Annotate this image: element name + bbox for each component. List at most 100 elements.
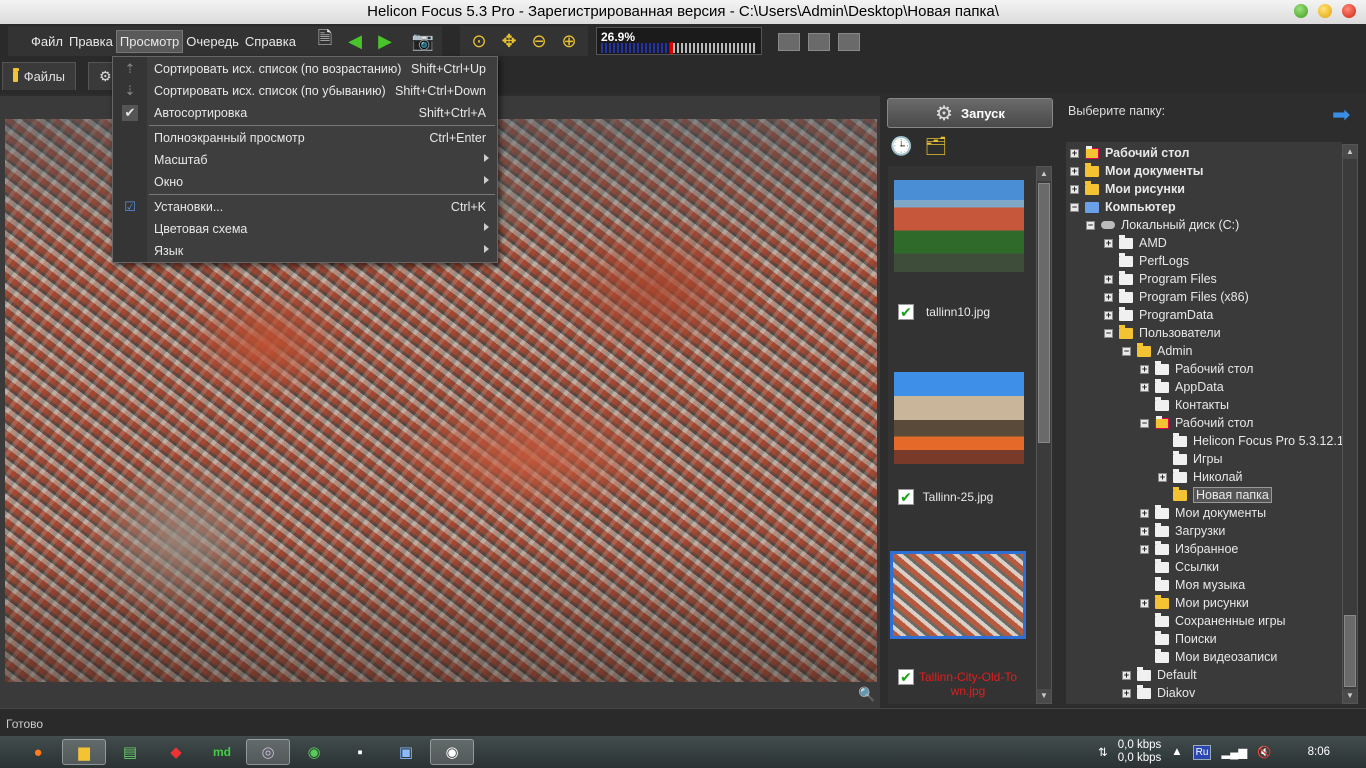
tree-item[interactable]: Ссылки (1155, 558, 1219, 576)
tree-item[interactable]: + AppData (1140, 378, 1224, 396)
tree-item[interactable]: + Загрузки (1140, 522, 1225, 540)
thumbnail[interactable] (892, 370, 1026, 466)
tree-item[interactable]: + Рабочий стол (1070, 144, 1189, 162)
menu-help[interactable]: Справка (242, 31, 299, 52)
tree-item[interactable]: + ProgramData (1104, 306, 1213, 324)
menu-item-autosort[interactable]: ✔ Автосортировка Shift+Ctrl+A (113, 102, 497, 124)
folder-scrollbar[interactable]: ▲ ▼ (1342, 144, 1358, 704)
tree-item[interactable]: + Diakov (1122, 684, 1195, 702)
menu-item-preferences[interactable]: ☑ Установки... Ctrl+K (113, 196, 497, 218)
tree-item[interactable]: + Мои рисунки (1070, 180, 1185, 198)
tree-item[interactable]: + Мои рисунки (1140, 594, 1249, 612)
zoom-actual-icon[interactable]: ✥ (498, 30, 520, 52)
tree-item[interactable]: Поиски (1155, 630, 1217, 648)
notepad-taskbar-icon[interactable]: ▤ (108, 739, 152, 765)
layout-split-button[interactable] (808, 33, 830, 51)
scrollbar-thumb[interactable] (1038, 183, 1050, 443)
thumbnail-scrollbar[interactable]: ▲ ▼ (1036, 166, 1052, 704)
tree-item[interactable]: + Program Files (1104, 270, 1217, 288)
volume-muted-icon[interactable]: 🔇 (1257, 745, 1271, 759)
scroll-up-icon[interactable]: ▲ (1037, 167, 1051, 181)
tree-item[interactable]: − Компьютер (1070, 198, 1176, 216)
tree-item-selected[interactable]: Новая папка (1173, 486, 1272, 504)
menu-item-sort-descending[interactable]: ⇣ Сортировать исх. список (по убыванию) … (113, 80, 497, 102)
tree-item[interactable]: Мои видеозаписи (1155, 648, 1277, 666)
scrollbar-thumb[interactable] (1344, 615, 1356, 687)
maximize-button[interactable] (1318, 4, 1332, 18)
menu-item-sort-ascending[interactable]: ⇡ Сортировать исх. список (по возрастани… (113, 58, 497, 80)
scroll-down-icon[interactable]: ▼ (1037, 689, 1051, 703)
scroll-up-icon[interactable]: ▲ (1343, 145, 1357, 159)
tree-item[interactable]: + Мои документы (1070, 162, 1203, 180)
language-indicator[interactable]: Ru (1192, 744, 1212, 760)
tree-item[interactable]: + Program Files (x86) (1104, 288, 1249, 306)
tree-item[interactable]: Игры (1173, 450, 1222, 468)
explorer-taskbar-icon[interactable]: ▆ (62, 739, 106, 765)
thumbnail-selected[interactable] (890, 551, 1026, 639)
menu-queue[interactable]: Очередь (183, 31, 242, 52)
utorrent-taskbar-icon[interactable]: ◉ (292, 739, 336, 765)
system-tray: ⇅ 0,0 kbps 0,0 kbps ▲ Ru ▂▄▆ 🔇 8:06 (1098, 736, 1366, 768)
title-bar: Helicon Focus 5.3 Pro - Зарегистрированн… (0, 0, 1366, 24)
window-title: Helicon Focus 5.3 Pro - Зарегистрированн… (367, 3, 999, 20)
zoom-slider[interactable]: 26.9% (596, 27, 762, 55)
app-taskbar-icon[interactable]: ▪ (338, 739, 382, 765)
zoom-level-marker[interactable] (670, 42, 673, 54)
batch-icon[interactable]: 🗂 (924, 136, 947, 157)
launch-button[interactable]: ⚙ Запуск (887, 98, 1053, 128)
zoom-out-icon[interactable]: ⊖ (528, 30, 550, 52)
md-taskbar-icon[interactable]: md (200, 739, 244, 765)
tree-item[interactable]: − Пользователи (1104, 324, 1221, 342)
menu-view[interactable]: Просмотр (115, 29, 184, 53)
firefox-taskbar-icon[interactable]: ● (16, 739, 60, 765)
menu-item-scale[interactable]: Масштаб (113, 149, 497, 171)
add-files-icon[interactable]: 🗎 (314, 28, 336, 52)
camera-icon[interactable]: 📷 (412, 30, 434, 52)
menu-edit[interactable]: Правка (66, 31, 116, 52)
clock-icon[interactable]: 🕒 (890, 136, 912, 157)
clock[interactable]: 8:06 (1308, 746, 1330, 758)
monitor-taskbar-icon[interactable]: ▣ (384, 739, 428, 765)
tree-item[interactable]: + AMD (1104, 234, 1167, 252)
folder-panel: Выберите папку: ➡ + Рабочий стол + Мои док… (1060, 94, 1366, 708)
menu-item-fullscreen[interactable]: Полноэкранный просмотр Ctrl+Enter (113, 127, 497, 149)
tree-item[interactable]: Контакты (1155, 396, 1229, 414)
tree-item[interactable]: + Николай (1158, 468, 1243, 486)
tree-item[interactable]: − Рабочий стол (1140, 414, 1253, 432)
thumbnail[interactable] (892, 178, 1026, 274)
tree-item[interactable]: + Рабочий стол (1140, 360, 1253, 378)
tray-expand-icon[interactable]: ▲ (1171, 746, 1182, 758)
menu-item-color-scheme[interactable]: Цветовая схема (113, 218, 497, 240)
layout-single-button[interactable] (778, 33, 800, 51)
forward-arrow-icon[interactable]: ▶ (374, 30, 396, 52)
thumbnail-name: Tallinn-25.jpg (922, 490, 994, 504)
tree-item[interactable]: PerfLogs (1119, 252, 1189, 270)
layout-rows-button[interactable] (838, 33, 860, 51)
tree-item[interactable]: Моя музыка (1155, 576, 1245, 594)
tree-item[interactable]: − Локальный диск (C:) (1086, 216, 1239, 234)
helicon-taskbar-icon[interactable]: ◎ (246, 739, 290, 765)
checkmark-icon: ✔ (122, 105, 138, 121)
tree-item[interactable]: Сохраненные игры (1155, 612, 1286, 630)
zoom-fit-icon[interactable]: ⊙ (468, 30, 490, 52)
zoom-toolbar-group: ⊙ ✥ ⊖ ⊕ (460, 26, 588, 56)
tree-item[interactable]: − Admin (1122, 342, 1192, 360)
back-arrow-icon[interactable]: ◀ (344, 30, 366, 52)
menu-item-language[interactable]: Язык (113, 240, 497, 262)
tab-files[interactable]: Файлы (2, 62, 76, 90)
tree-item[interactable]: + Избранное (1140, 540, 1238, 558)
menu-item-window[interactable]: Окно (113, 171, 497, 193)
zoom-in-icon[interactable]: ⊕ (558, 30, 580, 52)
menu-file[interactable]: Файл (28, 31, 66, 52)
magnifier-icon[interactable]: 🔍 (858, 686, 875, 702)
games-taskbar-icon[interactable]: ◆ (154, 739, 198, 765)
scroll-down-icon[interactable]: ▼ (1343, 689, 1357, 703)
media-taskbar-icon[interactable]: ◉ (430, 739, 474, 765)
tree-item[interactable]: + Мои документы (1140, 504, 1266, 522)
close-button[interactable] (1342, 4, 1356, 18)
go-arrow-icon[interactable]: ➡ (1332, 102, 1350, 128)
tree-item[interactable]: Helicon Focus Pro 5.3.12.1 (1173, 432, 1342, 450)
signal-icon[interactable]: ▂▄▆ (1221, 745, 1247, 759)
minimize-button[interactable] (1294, 4, 1308, 18)
tree-item[interactable]: + Default (1122, 666, 1197, 684)
